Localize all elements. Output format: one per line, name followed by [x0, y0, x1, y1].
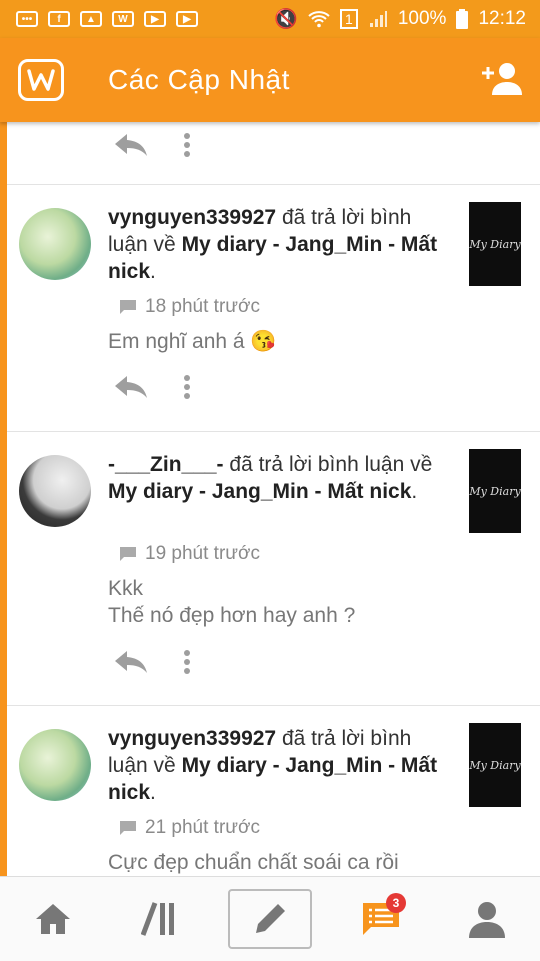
wifi-icon — [308, 11, 330, 28]
more-options-icon[interactable] — [183, 374, 191, 400]
notifications-badge: 3 — [386, 893, 406, 913]
bottom-nav: 3 — [0, 876, 540, 961]
mute-icon: 🔇 — [274, 9, 299, 30]
avatar[interactable] — [19, 455, 91, 527]
username[interactable]: vynguyen339927 — [108, 727, 276, 750]
more-options-icon[interactable] — [183, 649, 191, 675]
story-cover[interactable]: My Diary — [469, 723, 521, 807]
tab-home[interactable] — [0, 877, 106, 961]
signal-icon — [369, 11, 387, 27]
notification-headline: vynguyen339927 đã trả lời bình luận về M… — [108, 206, 438, 283]
accent-strip — [0, 122, 7, 876]
more-options-icon[interactable] — [183, 132, 191, 158]
home-icon — [36, 904, 70, 934]
avatar[interactable] — [19, 208, 91, 280]
notification-headline: -___Zin___- đã trả lời bình luận về My d… — [108, 453, 433, 503]
status-bar: ••• f ▲ W ▶ ▶ 🔇 1 100% 12:12 — [0, 0, 540, 38]
clock: 12:12 — [478, 8, 526, 29]
avatar[interactable] — [19, 729, 91, 801]
add-user-button[interactable] — [480, 61, 522, 100]
story-cover[interactable]: My Diary — [469, 202, 521, 286]
tab-library[interactable] — [106, 877, 212, 961]
username[interactable]: vynguyen339927 — [108, 206, 276, 229]
reply-icon[interactable] — [113, 132, 149, 158]
timestamp: 21 phút trước — [145, 817, 260, 838]
pencil-icon — [256, 904, 285, 933]
story-title[interactable]: My diary - Jang_Min - Mất nick — [108, 480, 411, 503]
notification-feed[interactable]: vynguyen339927 đã trả lời bình luận về M… — [0, 122, 540, 876]
timestamp: 18 phút trước — [145, 296, 260, 317]
notification-meta: 18 phút trước — [119, 296, 260, 318]
reply-icon[interactable] — [113, 649, 149, 675]
reply-text: Em nghĩ anh á 😘 — [108, 330, 277, 353]
page-title: Các Cập Nhật — [108, 64, 290, 95]
message-icon: ••• — [16, 11, 38, 27]
tab-notifications[interactable]: 3 — [328, 877, 434, 961]
action-text: đã trả lời bình luận về — [229, 453, 433, 476]
library-icon — [141, 902, 174, 936]
list-item — [7, 122, 540, 185]
list-item[interactable]: vynguyen339927 đã trả lời bình luận về M… — [7, 705, 540, 876]
add-user-icon — [482, 62, 522, 95]
comment-icon — [120, 300, 136, 314]
youtube-icon: ▶ — [144, 11, 166, 27]
reply-icon[interactable] — [113, 374, 149, 400]
list-item[interactable]: -___Zin___- đã trả lời bình luận về My d… — [7, 431, 540, 706]
tab-write[interactable] — [228, 889, 312, 949]
reply-text: Kkk Thế nó đẹp hơn hay anh ? — [108, 577, 356, 627]
tab-profile[interactable] — [434, 877, 540, 961]
youtube-icon: ▶ — [176, 11, 198, 27]
username[interactable]: -___Zin___- — [108, 453, 224, 476]
sim-indicator: 1 — [340, 9, 358, 29]
list-item[interactable]: vynguyen339927 đã trả lời bình luận về M… — [7, 184, 540, 432]
battery-icon — [456, 9, 469, 29]
reply-text: Cực đẹp chuẩn chất soái ca rồi — [108, 851, 399, 874]
wattpad-icon: W — [112, 11, 134, 27]
gallery-icon: ▲ — [80, 11, 102, 27]
timestamp: 19 phút trước — [145, 543, 260, 564]
notification-meta: 21 phút trước — [119, 817, 260, 839]
notification-headline: vynguyen339927 đã trả lời bình luận về M… — [108, 727, 438, 804]
battery-percent: 100% — [397, 8, 447, 29]
comment-icon — [120, 547, 136, 561]
comment-icon — [120, 821, 136, 835]
notification-meta: 19 phút trước — [119, 543, 260, 565]
wattpad-logo-icon[interactable] — [18, 59, 64, 101]
profile-icon — [469, 902, 505, 938]
app-bar: Các Cập Nhật — [0, 38, 540, 122]
story-cover[interactable]: My Diary — [469, 449, 521, 533]
facebook-icon: f — [48, 11, 70, 27]
